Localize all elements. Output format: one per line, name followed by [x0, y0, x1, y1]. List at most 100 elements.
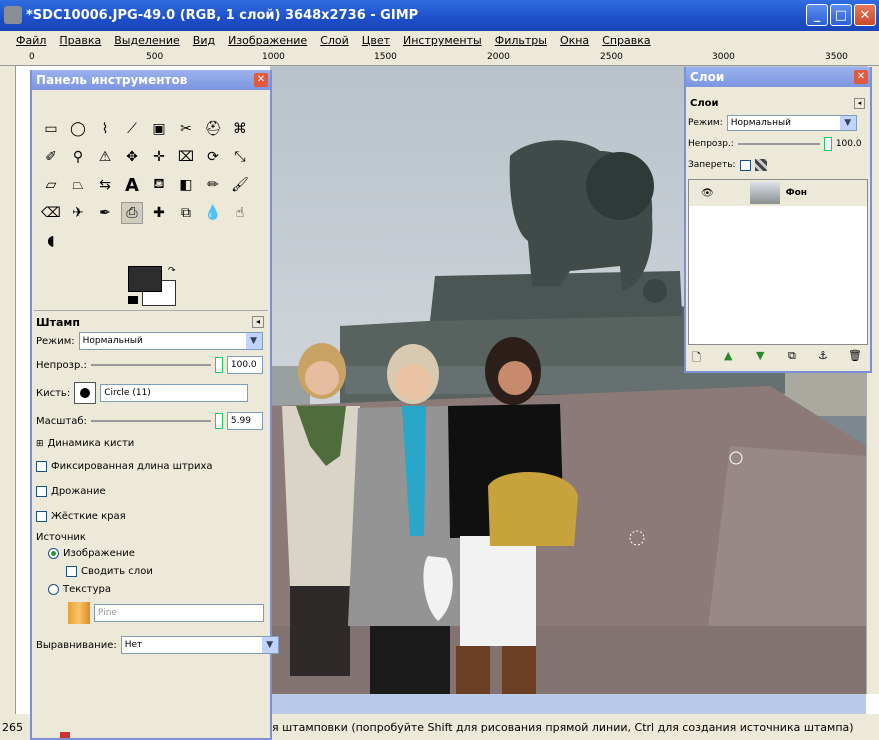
scale-slider[interactable] — [90, 420, 211, 422]
heal-icon[interactable]: ✚ — [148, 202, 170, 224]
source-image-label: Изображение — [63, 548, 135, 559]
foreground-color-swatch[interactable] — [128, 266, 162, 292]
layers-list: 👁 Фон — [688, 179, 868, 345]
align-icon[interactable]: ✛ — [148, 146, 170, 168]
perspective-clone-icon[interactable]: ⧉ — [175, 202, 197, 224]
anchor-layer-icon[interactable]: ⚓ — [818, 349, 828, 362]
source-pattern-radio[interactable] — [48, 584, 59, 595]
raise-layer-icon[interactable]: ▲ — [724, 349, 732, 362]
move-icon[interactable]: ✥ — [121, 146, 143, 168]
menu-layer[interactable]: Слой — [320, 34, 349, 47]
foreground-select-icon[interactable]: ⛑ — [202, 118, 224, 140]
layers-mode-combo[interactable]: Нормальный ▼ — [726, 115, 857, 131]
delete-layer-icon[interactable]: 🗑 — [848, 349, 862, 362]
lower-layer-icon[interactable]: ▼ — [756, 349, 764, 362]
rotate-icon[interactable]: ⟳ — [202, 146, 224, 168]
pattern-preview[interactable] — [68, 602, 90, 624]
brush-name-field[interactable]: Circle (11) — [100, 384, 249, 402]
menu-windows[interactable]: Окна — [560, 34, 589, 47]
scale-icon[interactable]: ⤡ — [229, 146, 251, 168]
fuzzy-select-icon[interactable]: ⟋ — [121, 118, 143, 140]
maximize-button[interactable]: □ — [830, 4, 852, 26]
layers-menu-icon[interactable]: ◂ — [854, 98, 865, 109]
vertical-ruler[interactable] — [0, 66, 16, 716]
options-menu-icon[interactable]: ◂ — [252, 316, 264, 328]
lock-alpha-icon[interactable] — [754, 159, 767, 171]
dodge-burn-icon[interactable]: ◖ — [40, 230, 62, 252]
mode-combo[interactable]: Нормальный ▼ — [78, 332, 263, 350]
chevron-down-icon: ▼ — [261, 637, 278, 653]
minimize-button[interactable]: _ — [806, 4, 828, 26]
fixed-length-checkbox[interactable] — [36, 461, 47, 472]
scissors-icon[interactable]: ✂ — [175, 118, 197, 140]
layers-close-button[interactable]: ✕ — [854, 70, 868, 84]
merge-layers-checkbox[interactable] — [66, 566, 77, 577]
paintbrush-icon[interactable]: 🖌 — [229, 174, 251, 196]
chevron-down-icon: ▼ — [245, 333, 262, 349]
source-pattern-label: Текстура — [63, 584, 112, 595]
pencil-icon[interactable]: ✏ — [202, 174, 224, 196]
close-button[interactable]: ✕ — [854, 4, 876, 26]
smudge-icon[interactable]: ☝ — [229, 202, 251, 224]
brush-preview[interactable] — [74, 382, 97, 404]
reset-colors-icon[interactable] — [128, 296, 138, 304]
ruler-tick: 0 — [29, 52, 35, 62]
text-tool-icon[interactable]: A — [121, 174, 143, 196]
lock-pixels-checkbox[interactable] — [739, 159, 751, 171]
zoom-icon[interactable]: ⚲ — [67, 146, 89, 168]
jitter-checkbox[interactable] — [36, 486, 47, 497]
menu-colors[interactable]: Цвет — [362, 34, 390, 47]
scale-spin[interactable]: 5.99 — [226, 412, 263, 430]
flip-icon[interactable]: ⇆ — [94, 174, 116, 196]
opacity-slider-handle[interactable] — [214, 357, 223, 373]
swap-colors-icon[interactable]: ↷ — [168, 266, 176, 276]
ink-icon[interactable]: ✒ — [94, 202, 116, 224]
menu-image[interactable]: Изображение — [228, 34, 307, 47]
hard-edges-checkbox[interactable] — [36, 511, 47, 522]
measure-icon[interactable]: ⚠ — [94, 146, 116, 168]
eye-icon[interactable]: 👁 — [701, 188, 714, 199]
shear-icon[interactable]: ▱ — [40, 174, 62, 196]
menu-tools[interactable]: Инструменты — [403, 34, 482, 47]
layers-opacity-value[interactable]: 100.0 — [836, 139, 862, 149]
pattern-name-field[interactable]: Pine — [94, 604, 264, 622]
layer-row[interactable]: 👁 Фон — [689, 180, 867, 206]
lasso-icon[interactable]: ⌇ — [94, 118, 116, 140]
duplicate-layer-icon[interactable]: ⧉ — [788, 349, 796, 363]
scale-slider-handle[interactable] — [214, 413, 223, 429]
menu-filters[interactable]: Фильтры — [495, 34, 547, 47]
color-picker-icon[interactable]: ✐ — [40, 146, 62, 168]
perspective-icon[interactable]: ⏢ — [67, 174, 89, 196]
ruler-tick: 3500 — [825, 52, 848, 62]
crop-icon[interactable]: ⌧ — [175, 146, 197, 168]
clone-stamp-icon[interactable]: ⎙ — [121, 202, 143, 224]
opacity-slider[interactable] — [90, 364, 211, 366]
rect-select-icon[interactable]: ▭ — [40, 118, 62, 140]
bucket-fill-icon[interactable]: ⛾ — [148, 174, 170, 196]
source-image-radio[interactable] — [48, 548, 59, 559]
menu-edit[interactable]: Правка — [59, 34, 101, 47]
ellipse-select-icon[interactable]: ◯ — [67, 118, 89, 140]
chevron-down-icon: ▼ — [839, 116, 856, 130]
layers-opacity-handle[interactable] — [823, 137, 832, 151]
horizontal-ruler[interactable]: 0 500 1000 1500 2000 2500 3000 3500 — [0, 50, 879, 66]
menu-select[interactable]: Выделение — [114, 34, 180, 47]
eraser-icon[interactable]: ⌫ — [40, 202, 62, 224]
color-select-icon[interactable]: ▣ — [148, 118, 170, 140]
save-options-icon[interactable] — [60, 732, 70, 738]
blend-icon[interactable]: ◧ — [175, 174, 197, 196]
new-layer-icon[interactable]: 🗋 — [692, 349, 701, 368]
toolbox-close-button[interactable]: ✕ — [254, 73, 268, 87]
opacity-spin[interactable]: 100.0 — [226, 356, 263, 374]
menu-help[interactable]: Справка — [602, 34, 650, 47]
alignment-combo[interactable]: Нет ▼ — [120, 636, 279, 654]
paths-icon[interactable]: ⌘ — [229, 118, 251, 140]
horizontal-scrollbar[interactable] — [270, 694, 866, 714]
menu-file[interactable]: Файл — [16, 34, 46, 47]
blur-icon[interactable]: 💧 — [202, 202, 224, 224]
menu-view[interactable]: Вид — [193, 34, 215, 47]
expander-icon[interactable]: ⊞ — [36, 439, 44, 449]
airbrush-icon[interactable]: ✈ — [67, 202, 89, 224]
layers-panel: Слои ✕ Слои ◂ Режим: Нормальный ▼ Непрозр… — [684, 67, 872, 373]
layers-opacity-slider[interactable] — [737, 143, 820, 145]
